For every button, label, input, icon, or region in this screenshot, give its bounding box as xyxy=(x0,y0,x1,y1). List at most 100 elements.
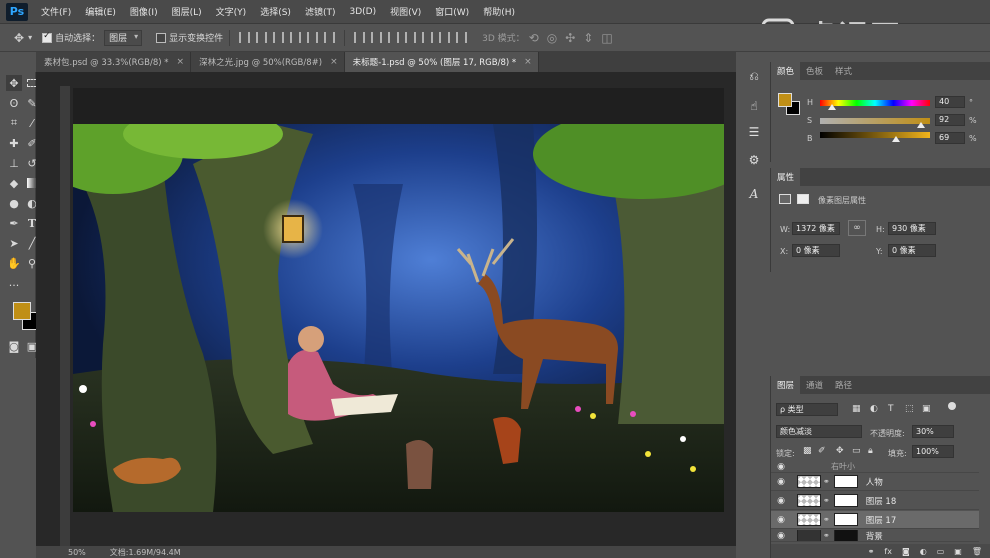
layer-row-selected[interactable]: ◉ ⚭ 图层 17 xyxy=(771,511,979,529)
s-value[interactable]: 92 xyxy=(935,114,965,126)
group-icon[interactable]: ▭ xyxy=(937,547,945,556)
lasso-icon[interactable]: ʘ xyxy=(6,95,22,111)
menu-image[interactable]: 图像(I) xyxy=(123,5,165,18)
chain-icon[interactable]: ⚭ xyxy=(823,496,830,505)
auto-align-icon[interactable] xyxy=(456,32,468,43)
doc-size[interactable]: 文档:1.69M/94.4M xyxy=(110,547,181,558)
menu-filter[interactable]: 滤镜(T) xyxy=(298,5,343,18)
move-icon[interactable]: ✥ xyxy=(6,75,22,91)
zoom-level[interactable]: 50% xyxy=(68,548,86,557)
character-panel-icon[interactable]: A xyxy=(746,186,762,202)
3d-roll-icon[interactable]: ◎ xyxy=(547,31,557,45)
align-hcenter-icon[interactable] xyxy=(307,32,319,43)
blend-mode-dropdown[interactable]: 颜色减淡 xyxy=(776,425,862,438)
layer-row[interactable]: ◉ 右叶小 xyxy=(771,461,979,473)
3d-scale-icon[interactable]: ◫ xyxy=(601,31,612,45)
b-value[interactable]: 69 xyxy=(935,132,965,144)
tab-styles[interactable]: 样式 xyxy=(829,62,858,80)
distribute-top-icon[interactable] xyxy=(354,32,366,43)
close-icon[interactable]: × xyxy=(330,57,338,67)
layer-row[interactable]: ◉ ⚭ 背景 xyxy=(771,530,979,542)
brightness-slider[interactable] xyxy=(820,132,930,142)
tab-layers[interactable]: 图层 xyxy=(771,376,801,394)
lock-artboard-icon[interactable]: ▭ xyxy=(852,446,861,456)
ps-logo[interactable]: Ps xyxy=(6,2,28,21)
chain-icon[interactable]: ⚭ xyxy=(823,515,830,524)
lock-position-icon[interactable]: ✥ xyxy=(836,446,844,456)
auto-select-dropdown[interactable]: 图层 xyxy=(104,29,143,46)
stamp-icon[interactable]: ⊥ xyxy=(6,155,22,171)
hue-slider[interactable] xyxy=(820,100,930,110)
path-select-icon[interactable]: ➤ xyxy=(6,235,22,251)
layer-mask-thumbnail[interactable] xyxy=(833,513,858,526)
eye-icon[interactable]: ◉ xyxy=(771,477,791,487)
layer-mask-thumbnail[interactable] xyxy=(833,530,858,541)
filter-type-icon[interactable]: T xyxy=(888,404,894,414)
close-icon[interactable]: × xyxy=(524,57,532,67)
lock-all-icon[interactable]: 🔒︎ xyxy=(868,446,873,456)
distribute-left-icon[interactable] xyxy=(405,32,417,43)
link-icon[interactable]: ∞ xyxy=(848,220,866,236)
height-field[interactable]: 930 像素 xyxy=(888,222,936,235)
eye-icon[interactable]: ◉ xyxy=(771,496,791,506)
add-mask-icon[interactable]: ◙ xyxy=(902,547,910,556)
history-panel-icon[interactable]: ⎌ xyxy=(746,68,762,84)
new-layer-icon[interactable]: ▣ xyxy=(954,547,962,556)
distribute-right-icon[interactable] xyxy=(439,32,451,43)
blur-icon[interactable]: ● xyxy=(6,195,22,211)
menu-layer[interactable]: 图层(L) xyxy=(165,5,209,18)
chain-icon[interactable]: ⚭ xyxy=(823,477,830,486)
document-canvas[interactable] xyxy=(73,88,724,512)
align-top-icon[interactable] xyxy=(239,32,251,43)
more-icon[interactable]: ··· xyxy=(6,277,22,293)
tab-color[interactable]: 颜色 xyxy=(771,62,801,80)
lock-paint-icon[interactable]: ✐ xyxy=(818,446,826,456)
menu-select[interactable]: 选择(S) xyxy=(253,5,298,18)
x-field[interactable]: 0 像素 xyxy=(792,244,840,257)
3d-orbit-icon[interactable]: ⟲ xyxy=(529,31,539,45)
crop-icon[interactable]: ⌗ xyxy=(6,115,22,131)
chevron-down-icon[interactable]: ▾ xyxy=(28,33,32,42)
layer-filter-dropdown[interactable]: ρ 类型 xyxy=(776,403,838,416)
filter-smart-icon[interactable]: ▣ xyxy=(922,404,931,414)
layer-mask-thumbnail[interactable] xyxy=(833,475,858,488)
filter-pixel-icon[interactable]: ▦ xyxy=(852,404,861,414)
align-vcenter-icon[interactable] xyxy=(256,32,268,43)
tab-channels[interactable]: 通道 xyxy=(800,376,829,394)
align-left-icon[interactable] xyxy=(290,32,302,43)
fx-icon[interactable]: fx xyxy=(884,547,892,556)
menu-view[interactable]: 视图(V) xyxy=(383,5,428,18)
hand-icon[interactable]: ✋ xyxy=(6,255,22,271)
tab-swatches[interactable]: 色板 xyxy=(800,62,829,80)
fg-color-chip[interactable] xyxy=(778,93,792,107)
eye-icon[interactable]: ◉ xyxy=(771,462,791,472)
distribute-vcenter-icon[interactable] xyxy=(371,32,383,43)
align-bottom-icon[interactable] xyxy=(273,32,285,43)
filter-adjust-icon[interactable]: ◐ xyxy=(870,404,878,414)
layer-row[interactable]: ◉ ⚭ 图层 18 xyxy=(771,492,979,510)
adjust-panel-icon[interactable]: ☰ xyxy=(746,124,762,140)
align-right-icon[interactable] xyxy=(324,32,336,43)
adjustment-layer-icon[interactable]: ◐ xyxy=(920,547,927,556)
pen-icon[interactable]: ✒ xyxy=(6,215,22,231)
healing-icon[interactable]: ✚ xyxy=(6,135,22,151)
opacity-field[interactable]: 30% xyxy=(912,425,954,438)
menu-type[interactable]: 文字(Y) xyxy=(209,5,254,18)
show-transform-checkbox[interactable] xyxy=(156,32,167,43)
chain-icon[interactable]: ⚭ xyxy=(823,531,830,540)
brush-panel-icon[interactable]: ⚙ xyxy=(746,152,762,168)
eye-icon[interactable]: ◉ xyxy=(771,531,791,541)
tab-untitled-1[interactable]: 未标题-1.psd @ 50% (图层 17, RGB/8) * × xyxy=(344,52,539,72)
tab-forest-light[interactable]: 深林之光.jpg @ 50%(RGB/8#) × xyxy=(191,52,345,72)
menu-edit[interactable]: 编辑(E) xyxy=(78,5,123,18)
hue-thumb[interactable] xyxy=(828,104,837,110)
layer-row[interactable]: ◉ ⚭ 人物 xyxy=(771,473,979,491)
menu-3d[interactable]: 3D(D) xyxy=(342,7,383,17)
saturation-thumb[interactable] xyxy=(917,122,926,128)
tab-sucai[interactable]: 素材包.psd @ 33.3%(RGB/8) * × xyxy=(36,52,192,72)
y-field[interactable]: 0 像素 xyxy=(888,244,936,257)
distribute-bottom-icon[interactable] xyxy=(388,32,400,43)
layer-mask-icon[interactable] xyxy=(797,194,809,204)
tab-paths[interactable]: 路径 xyxy=(829,376,858,394)
filter-toggle-icon[interactable] xyxy=(948,402,956,410)
